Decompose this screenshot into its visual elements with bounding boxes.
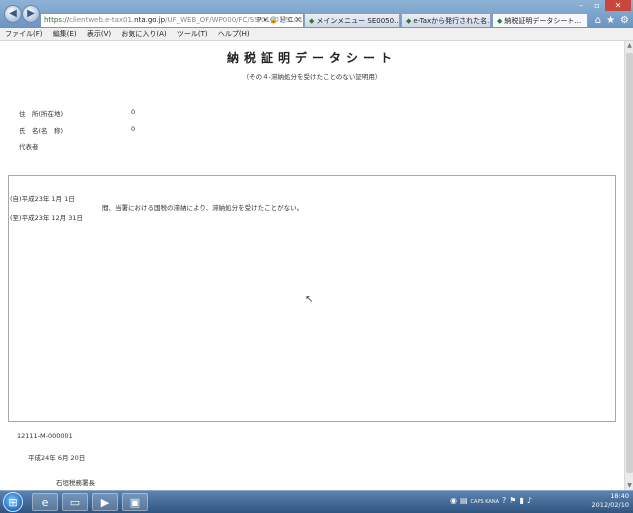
ime-icon[interactable]: ◉	[450, 496, 457, 505]
back-button[interactable]: ◀	[4, 5, 22, 23]
period-to: (至)平成23年 12月 31日	[10, 214, 84, 222]
browser-titlebar: ◀ ▶ https://clientweb.e-tax01.nta.go.jp/…	[0, 0, 633, 28]
name-value: 0	[131, 125, 136, 133]
address-bar[interactable]: https://clientweb.e-tax01.nta.go.jp/UF_W…	[40, 13, 304, 28]
taskbar-clock[interactable]: 18:40 2012/02/10	[589, 492, 629, 510]
help-icon[interactable]: ?	[502, 496, 506, 505]
clock-time: 18:40	[610, 492, 629, 500]
taskbar-explorer[interactable]: ▭	[62, 493, 88, 511]
vertical-scrollbar[interactable]: ▲ ▼	[624, 41, 633, 490]
maximize-button[interactable]: ▫	[589, 0, 605, 11]
window-icon: ▣	[129, 496, 141, 509]
system-tray: ◉ ▤ CAPS KANA? ⚑ ▮ ♪	[450, 496, 535, 505]
page-icon: ◆	[309, 17, 315, 25]
menu-help[interactable]: ヘルプ(H)	[218, 30, 250, 38]
menu-edit[interactable]: 編集(E)	[53, 30, 77, 38]
minimize-button[interactable]: –	[573, 0, 589, 11]
browser-toolbar-icons: ⌂ ★ ⚙	[590, 15, 629, 26]
document-title: 納税証明データシート	[226, 51, 397, 65]
taskbar-media[interactable]: ▶	[92, 493, 118, 511]
menu-favorites[interactable]: お気に入り(A)	[121, 30, 166, 38]
menu-bar: ファイル(F) 編集(E) 表示(V) お気に入り(A) ツール(T) ヘルプ(…	[0, 28, 633, 41]
scroll-thumb[interactable]	[626, 53, 633, 473]
menu-file[interactable]: ファイル(F)	[5, 30, 43, 38]
settings-gear-icon[interactable]: ⚙	[620, 15, 629, 26]
tax-office: 石垣税務署長	[56, 479, 95, 487]
address-label: 住 所(所在地)	[19, 110, 64, 118]
menu-view[interactable]: 表示(V)	[87, 30, 111, 38]
window-controls: – ▫ ✕	[573, 0, 631, 12]
scroll-down-icon[interactable]: ▼	[625, 482, 633, 489]
page-icon: ◆	[406, 17, 412, 25]
taskbar-app[interactable]: ▣	[122, 493, 148, 511]
ime-mode-icon[interactable]: ▤	[460, 496, 468, 505]
tab-tax-certificate[interactable]: ◆ 納税証明データシート...	[492, 13, 588, 27]
address-value: 0	[131, 108, 136, 116]
name-label: 氏 名(名 称)	[19, 127, 64, 135]
address-tools[interactable]: P ▾ 🔒 🗎 C ✕	[257, 14, 301, 27]
forward-arrow-icon: ▶	[27, 8, 35, 19]
internet-explorer-icon: e	[41, 496, 49, 509]
representative-label: 代表者	[19, 143, 39, 151]
scroll-up-icon[interactable]: ▲	[625, 42, 633, 49]
windows-logo-icon: ⊞	[8, 496, 18, 509]
forward-button[interactable]: ▶	[22, 5, 40, 23]
start-button[interactable]: ⊞	[3, 492, 23, 512]
tray-lang[interactable]: CAPS KANA	[471, 499, 499, 505]
certificate-number: 12111-M-000001	[17, 432, 73, 440]
issue-date: 平成24年 6月 20日	[28, 454, 86, 462]
windows-taskbar: ⊞ e ▭ ▶ ▣ ◉ ▤ CAPS KANA? ⚑ ▮ ♪ 18:40 2012/02/…	[0, 490, 633, 513]
back-arrow-icon: ◀	[9, 8, 17, 19]
flag-icon[interactable]: ⚑	[509, 496, 516, 505]
mouse-cursor-icon: ↖	[305, 294, 314, 305]
media-player-icon: ▶	[100, 496, 110, 509]
menu-tools[interactable]: ツール(T)	[177, 30, 208, 38]
certificate-statement: 間、当署における国税の滞納により、滞納処分を受けたことがない。	[102, 204, 304, 212]
period-from: (自)平成23年 1月 1日	[10, 195, 75, 203]
network-icon[interactable]: ▮	[519, 496, 523, 505]
volume-icon[interactable]: ♪	[527, 496, 532, 505]
favorites-star-icon[interactable]: ★	[606, 15, 615, 26]
home-icon[interactable]: ⌂	[595, 15, 601, 26]
document-page: 納税証明データシート （その４-滞納処分を受けたことのない証明用） 住 所(所在…	[0, 41, 624, 490]
url-secure: https://	[44, 16, 70, 24]
taskbar-ie[interactable]: e	[32, 493, 58, 511]
tab-etax-issued[interactable]: ◆ e-Taxから発行された名...	[401, 13, 491, 27]
page-icon: ◆	[497, 17, 503, 25]
close-button[interactable]: ✕	[605, 0, 631, 11]
tab-main-menu[interactable]: ◆ メインメニュー SE0050...	[304, 13, 400, 27]
clock-date: 2012/02/10	[591, 501, 629, 509]
document-subtitle: （その４-滞納処分を受けたことのない証明用）	[242, 73, 382, 81]
folder-icon: ▭	[69, 496, 81, 509]
